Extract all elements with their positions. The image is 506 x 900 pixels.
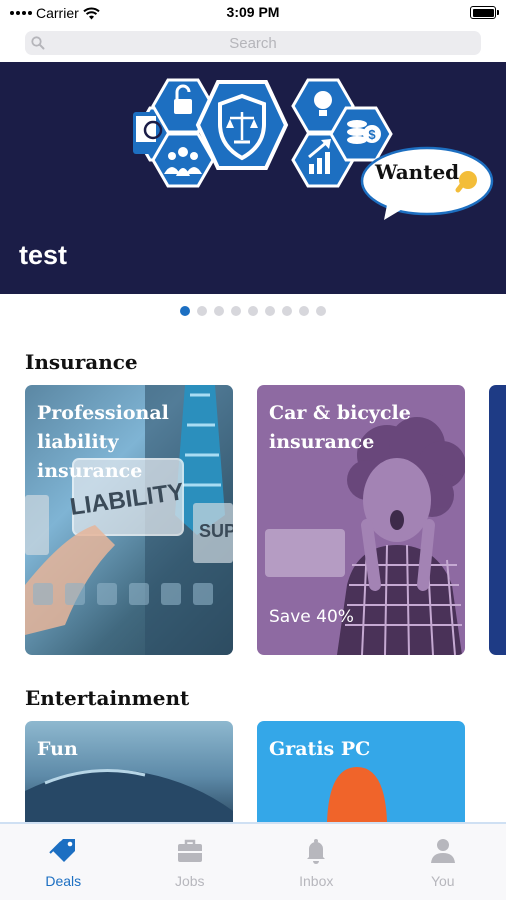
speech-bubble <box>360 146 494 220</box>
card-professional-liability[interactable]: LIABILITY SUP Professional liability ins… <box>25 385 233 655</box>
card-fun[interactable]: Fun <box>25 721 233 822</box>
card-car-bicycle-insurance[interactable]: Car & bicycle insurance Save 40% <box>257 385 465 655</box>
card-subtitle: Save 40% <box>269 607 354 627</box>
page-dot[interactable] <box>248 306 258 316</box>
svg-text:$: $ <box>368 127 376 142</box>
page-dot[interactable] <box>265 306 275 316</box>
tab-you[interactable]: You <box>380 824 506 900</box>
hero-banner[interactable]: $ Wanted test <box>0 62 506 294</box>
page-dot[interactable] <box>316 306 326 316</box>
card-title: Fun <box>37 738 78 760</box>
briefcase-icon <box>177 839 202 862</box>
person-icon <box>430 839 455 863</box>
tab-bar: Deals Jobs Inbox You <box>0 822 506 900</box>
tag-icon <box>49 839 76 862</box>
section-title-insurance: Insurance <box>25 350 138 374</box>
wanted-badge-text: Wanted <box>375 160 460 184</box>
card-title: Gratis PC <box>269 738 371 760</box>
tab-label: Deals <box>45 873 82 889</box>
tab-inbox[interactable]: Inbox <box>253 824 380 900</box>
bell-icon <box>307 839 326 864</box>
hero-title: test <box>19 240 68 270</box>
section-title-entertainment: Entertainment <box>25 686 190 710</box>
tab-jobs[interactable]: Jobs <box>127 824 254 900</box>
money-hexagon: $ <box>329 106 393 162</box>
page-dot[interactable] <box>282 306 292 316</box>
tab-label: Inbox <box>299 873 334 889</box>
tab-deals[interactable]: Deals <box>0 824 127 900</box>
battery-icon <box>470 6 499 19</box>
svg-text:SUP: SUP <box>199 521 233 541</box>
tab-label: You <box>430 873 455 889</box>
page-dot[interactable] <box>197 306 207 316</box>
search-icon <box>31 36 45 50</box>
clock: 3:09 PM <box>226 4 280 20</box>
card-title: Car & bicycle insurance <box>269 402 411 453</box>
page-dot[interactable] <box>231 306 241 316</box>
card-title: Professional liability insurance <box>37 402 169 482</box>
page-dot[interactable] <box>214 306 224 316</box>
page-dot[interactable] <box>180 306 190 316</box>
page-dot[interactable] <box>299 306 309 316</box>
card-peek-next[interactable] <box>489 385 506 655</box>
shield-justice-hexagon <box>195 80 289 170</box>
search-bar[interactable] <box>25 31 481 55</box>
tab-label: Jobs <box>174 873 205 889</box>
search-input[interactable] <box>25 31 481 55</box>
card-gratis-pc[interactable]: Gratis PC <box>257 721 465 822</box>
status-bar: Carrier 3:09 PM <box>0 0 506 26</box>
page-indicator[interactable] <box>0 306 506 316</box>
